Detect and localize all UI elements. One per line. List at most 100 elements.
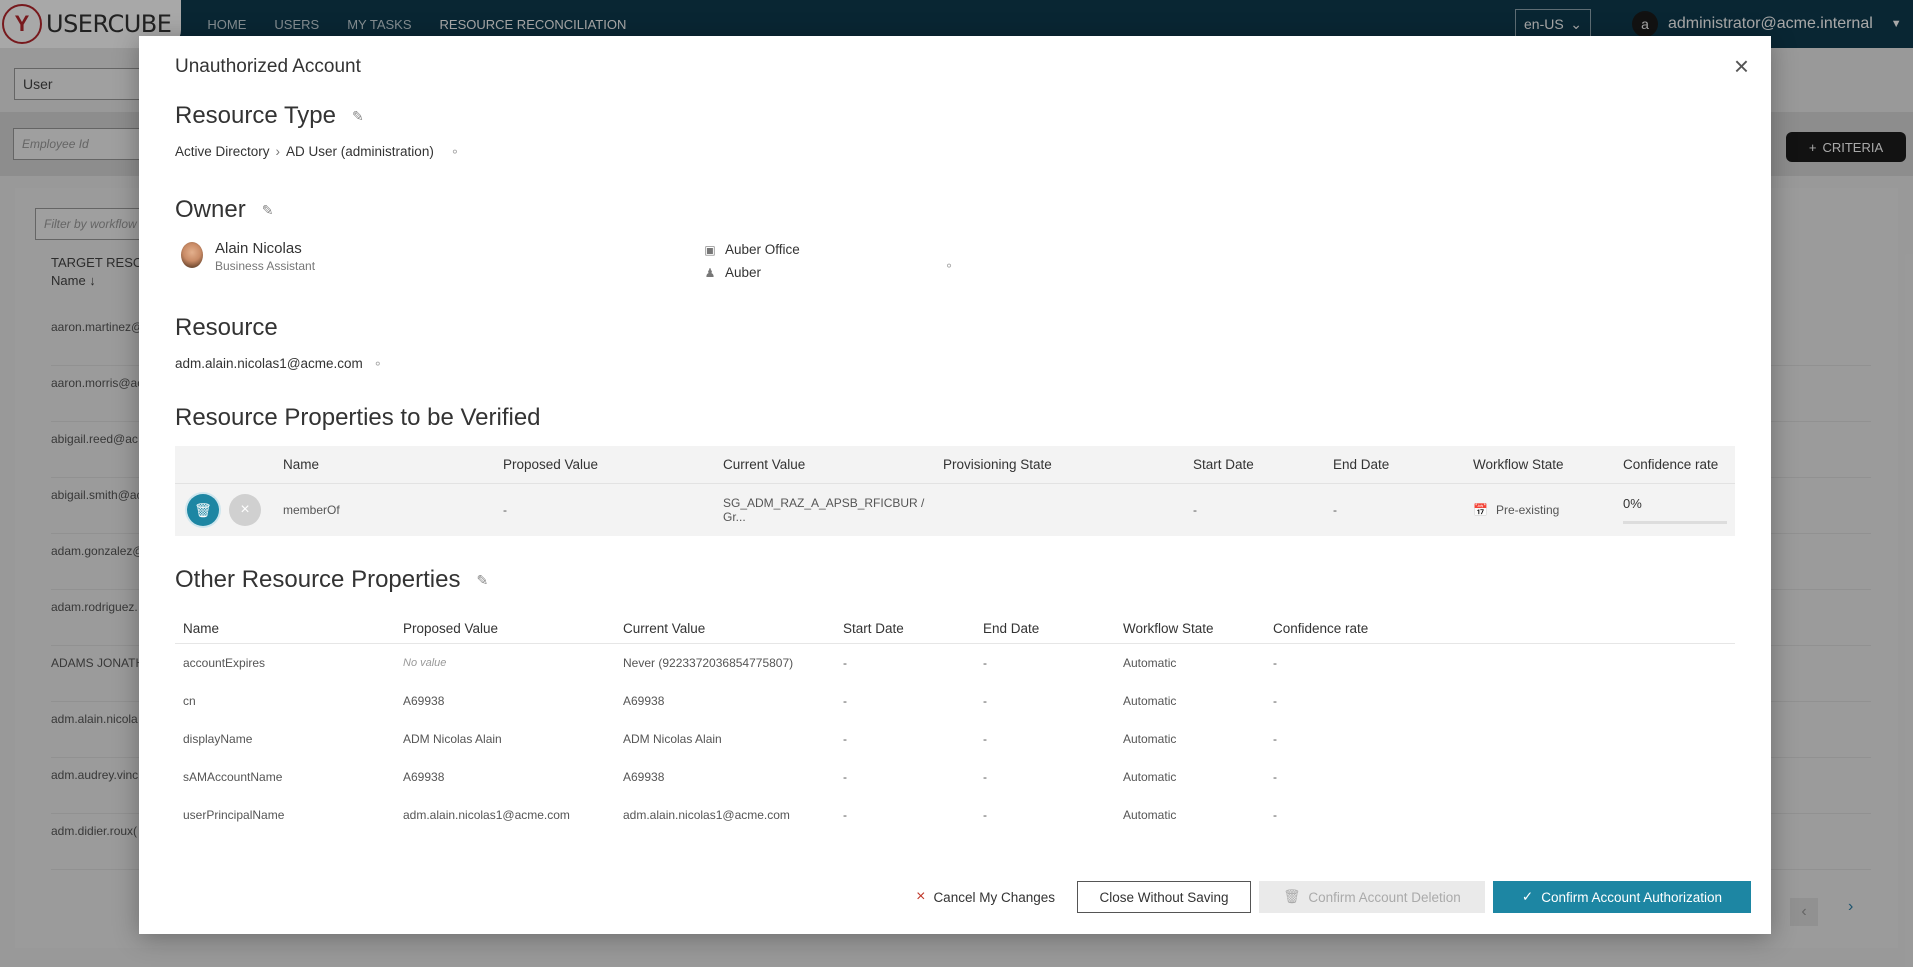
confidence-rate: - (1273, 656, 1277, 670)
edit-pencil-icon[interactable]: ✎ (476, 572, 488, 589)
property-name: userPrincipalName (183, 808, 285, 822)
column-header: Current Value (723, 457, 806, 472)
column-header: Proposed Value (503, 457, 599, 472)
resource-identifier: adm.alain.nicolas1@acme.com (175, 356, 363, 371)
owner-heading: Owner ✎ (175, 196, 273, 224)
owner-card[interactable]: Alain Nicolas Business Assistant (181, 240, 315, 273)
property-name: memberOf (283, 503, 340, 517)
end-date: - (983, 770, 987, 784)
breadcrumb: Active Directory › AD User (administrati… (175, 144, 460, 159)
column-header: Current Value (623, 621, 706, 636)
table-header: Name Proposed Value Current Value Start … (175, 614, 1735, 644)
confidence-rate: 0% (1623, 496, 1735, 524)
owner-office: Auber Office (725, 242, 800, 257)
property-name: sAMAccountName (183, 770, 283, 784)
cancel-changes-label: Cancel My Changes (933, 889, 1055, 905)
delete-value-button[interactable]: 🗑 (187, 494, 219, 526)
column-header: End Date (983, 621, 1040, 636)
dialog-footer: × Cancel My Changes Close Without Saving… (902, 881, 1751, 913)
breadcrumb-connector[interactable]: Active Directory (175, 144, 270, 159)
close-icon[interactable]: × (1734, 53, 1749, 79)
end-date: - (983, 808, 987, 822)
workflow-state-label: Pre-existing (1495, 503, 1560, 517)
workflow-state: 📅 Pre-existing (1473, 503, 1623, 517)
column-header: Proposed Value (403, 621, 499, 636)
column-header: Confidence rate (1273, 621, 1369, 636)
unauthorized-account-dialog: Unauthorized Account × Resource Type ✎ Ac… (139, 36, 1771, 934)
cancel-changes-button[interactable]: × Cancel My Changes (902, 881, 1069, 913)
owner-organization: ▣ Auber Office ♟ Auber (703, 238, 800, 284)
resource-value: adm.alain.nicolas1@acme.com ⚬ (175, 356, 383, 371)
verify-heading: Resource Properties to be Verified (175, 404, 541, 431)
property-name: cn (183, 694, 196, 708)
eye-icon[interactable]: ⚬ (944, 259, 954, 273)
location-person-icon: ♟ (704, 265, 716, 280)
column-header: Name (283, 457, 320, 472)
edit-pencil-icon[interactable]: ✎ (352, 108, 364, 125)
dialog-title: Unauthorized Account (175, 56, 361, 77)
proposed-value: A69938 (403, 770, 445, 784)
current-value: adm.alain.nicolas1@acme.com (623, 808, 790, 822)
column-header: Provisioning State (943, 457, 1052, 472)
table-row: sAMAccountName A69938 A69938 - - Automatic - (175, 758, 1735, 796)
end-date: - (983, 656, 987, 670)
start-date: - (843, 770, 847, 784)
column-header: Workflow State (1473, 457, 1564, 472)
column-header: Name (183, 621, 220, 636)
proposed-value: adm.alain.nicolas1@acme.com (403, 808, 570, 822)
column-header: Start Date (843, 621, 904, 636)
table-header: Name Proposed Value Current Value Provis… (175, 446, 1735, 484)
workflow-state: Automatic (1123, 656, 1177, 670)
table-row: cn A69938 A69938 - - Automatic - (175, 682, 1735, 720)
workflow-state: Automatic (1123, 732, 1177, 746)
edit-pencil-icon[interactable]: ✎ (262, 202, 274, 219)
workflow-state: Automatic (1123, 808, 1177, 822)
table-row: accountExpires No value Never (92233720368… (175, 644, 1735, 682)
table-body: accountExpires No value Never (92233720368… (175, 644, 1735, 834)
trash-icon: 🗑 (1283, 889, 1301, 904)
current-value: SG_ADM_RAZ_A_APSB_RFICBUR / Gr... (723, 496, 925, 524)
table-row: displayName ADM Nicolas Alain ADM Nicolas … (175, 720, 1735, 758)
workflow-state: Automatic (1123, 770, 1177, 784)
confidence-rate: - (1273, 808, 1277, 822)
table-row: userPrincipalName adm.alain.nicolas1@acme… (175, 796, 1735, 834)
start-date: - (843, 656, 847, 670)
close-icon: × (240, 501, 250, 518)
owner-heading-text: Owner (175, 196, 246, 223)
resource-heading: Resource (175, 314, 278, 341)
eye-icon[interactable]: ⚬ (450, 145, 460, 159)
confidence-bar (1623, 521, 1727, 524)
building-icon: ▣ (704, 242, 716, 257)
confirm-authorization-label: Confirm Account Authorization (1541, 889, 1723, 905)
current-value: A69938 (623, 694, 665, 708)
verify-properties-table: Name Proposed Value Current Value Provis… (175, 446, 1735, 536)
workflow-state: Automatic (1123, 694, 1177, 708)
eye-icon[interactable]: ⚬ (373, 357, 383, 371)
owner-name: Alain Nicolas (215, 240, 302, 257)
current-value: A69938 (623, 770, 665, 784)
reject-value-button[interactable]: × (229, 494, 261, 526)
close-without-saving-button[interactable]: Close Without Saving (1077, 881, 1251, 913)
current-value: Never (9223372036854775807) (623, 656, 794, 670)
table-row: 🗑 × memberOf - SG_ADM_RAZ_A_APSB_RFICBUR… (175, 484, 1735, 536)
end-date: - (983, 694, 987, 708)
close-icon: × (916, 888, 926, 905)
trash-icon: 🗑 (194, 501, 212, 518)
owner-job-title: Business Assistant (215, 259, 316, 273)
breadcrumb-resource-type[interactable]: AD User (administration) (286, 144, 434, 159)
column-header: Confidence rate (1623, 457, 1719, 472)
proposed-value: No value (403, 657, 447, 669)
confirm-deletion-button[interactable]: 🗑 Confirm Account Deletion (1259, 881, 1485, 913)
confidence-value: 0% (1623, 496, 1642, 511)
confirm-deletion-label: Confirm Account Deletion (1308, 889, 1461, 905)
start-date: - (843, 808, 847, 822)
start-date: - (843, 732, 847, 746)
chevron-right-icon: › (275, 144, 281, 159)
confirm-authorization-button[interactable]: ✓ Confirm Account Authorization (1493, 881, 1751, 913)
other-properties-table: Name Proposed Value Current Value Start … (175, 614, 1735, 834)
resource-type-heading: Resource Type ✎ (175, 102, 364, 130)
resource-type-heading-text: Resource Type (175, 102, 336, 129)
end-date: - (983, 732, 987, 746)
calendar-icon: 📅 (1473, 503, 1488, 517)
column-header: Start Date (1193, 457, 1254, 472)
